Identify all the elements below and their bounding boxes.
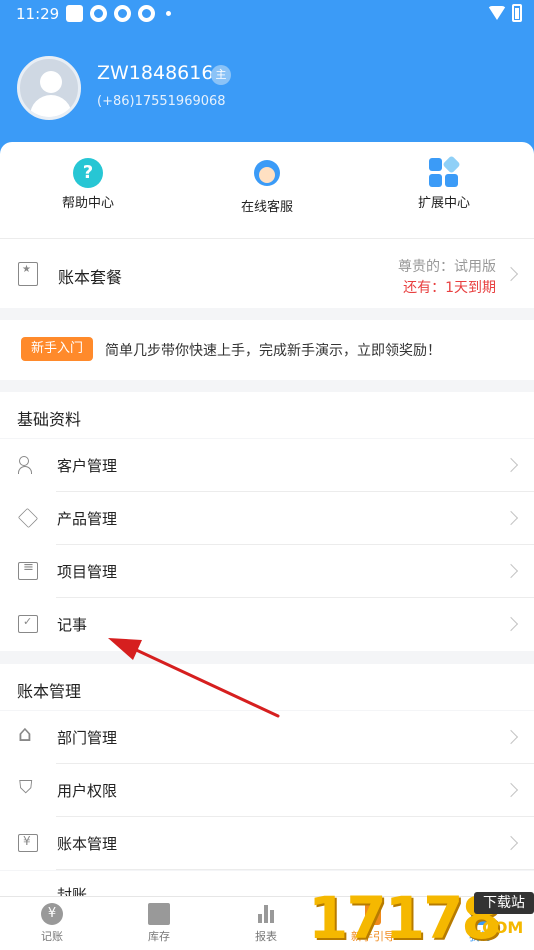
menu-item-customers[interactable]: 客户管理 [0, 439, 534, 492]
project-list-icon [18, 560, 38, 580]
notification-gear-icon [90, 5, 107, 22]
chevron-right-icon [503, 510, 519, 526]
chevron-right-icon [503, 457, 519, 473]
menu-item-label: 项目管理 [57, 563, 118, 581]
more-notifications-dot-icon [166, 11, 171, 16]
extension-center-button[interactable]: 扩展中心 [384, 155, 504, 211]
menu-item-products[interactable]: 产品管理 [0, 492, 534, 545]
notes-icon [18, 615, 38, 633]
watermark-logo: 17178 下载站 .COM [308, 884, 534, 950]
notification-gear-icon [114, 5, 131, 22]
guide-badge: 新手入门 [21, 337, 93, 361]
status-bar: 11:29 [0, 0, 534, 28]
menu-item-label: 产品管理 [57, 510, 118, 528]
online-service-button[interactable]: 在线客服 [207, 158, 327, 215]
menu-item-label: 部门管理 [57, 729, 118, 747]
menu-item-label: 封账 [57, 886, 88, 896]
help-center-button[interactable]: ? 帮助中心 [28, 158, 148, 211]
status-time: 11:29 [16, 5, 60, 23]
notification-gear-icon [138, 5, 155, 22]
chevron-right-icon [503, 729, 519, 745]
yen-coin-icon: ¥ [41, 903, 63, 925]
menu-item-projects[interactable]: 项目管理 [0, 545, 534, 598]
user-name: ZW1848616 [97, 62, 214, 84]
extension-center-label: 扩展中心 [417, 196, 470, 211]
notification-square-icon [66, 5, 83, 22]
menu-item-label: 记事 [57, 616, 88, 634]
wifi-icon [488, 6, 506, 20]
extensions-icon [429, 155, 461, 188]
plan-title: 账本套餐 [58, 268, 123, 287]
customer-service-icon [250, 158, 284, 192]
menu-item-label: 用户权限 [57, 782, 118, 800]
watermark-domain: .COM [476, 918, 524, 937]
watermark-number: 17178 [308, 884, 502, 950]
permission-shield-icon [18, 777, 38, 799]
tab-reports[interactable]: 报表 [226, 903, 306, 944]
menu-item-ledgers[interactable]: 账本管理 [0, 817, 534, 870]
guide-text: 简单几步带你快速上手，完成新手演示，立即领奖励！ [105, 343, 441, 359]
tab-bookkeeping[interactable]: ¥ 记账 [12, 903, 92, 944]
help-center-label: 帮助中心 [61, 196, 114, 211]
beginner-guide-banner[interactable]: 新手入门 简单几步带你快速上手，完成新手演示，立即领奖励！ [0, 320, 534, 380]
quick-actions-card: ? 帮助中心 在线客服 扩展中心 [0, 142, 534, 238]
online-service-label: 在线客服 [240, 200, 293, 215]
chevron-right-icon [503, 266, 519, 282]
inventory-box-icon [148, 903, 170, 925]
ledger-yen-icon [18, 834, 38, 852]
bar-chart-icon [255, 903, 277, 925]
department-home-icon [18, 722, 38, 747]
menu-item-departments[interactable]: 部门管理 [0, 711, 534, 764]
menu-item-label: 客户管理 [57, 457, 118, 475]
customers-icon [18, 456, 38, 474]
bookmark-star-icon [18, 262, 38, 286]
plan-expire: 还有：1天到期 [403, 280, 496, 296]
role-badge: 主 [211, 65, 231, 85]
menu-item-notes[interactable]: 记事 [0, 598, 534, 651]
chevron-right-icon [503, 782, 519, 798]
watermark-tag: 下载站 [474, 892, 534, 914]
avatar[interactable] [17, 56, 81, 120]
chevron-right-icon [503, 616, 519, 632]
section-basic-title: 基础资料 [0, 392, 534, 438]
chevron-right-icon [503, 835, 519, 851]
menu-item-label: 账本管理 [57, 835, 118, 853]
chevron-right-icon [503, 563, 519, 579]
help-icon: ? [73, 158, 103, 188]
menu-item-user-permissions[interactable]: 用户权限 [0, 764, 534, 817]
product-box-icon [17, 507, 39, 529]
plan-level: 尊贵的：试用版 [398, 259, 496, 275]
notification-icons [66, 5, 171, 22]
profile-header[interactable]: ZW1848616 主 (+86)17551969068 [0, 28, 534, 156]
tab-inventory[interactable]: 库存 [119, 903, 199, 944]
battery-icon [512, 4, 522, 22]
system-icons [488, 4, 522, 22]
user-phone: (+86)17551969068 [97, 94, 226, 109]
ledger-plan-row[interactable]: 账本套餐 尊贵的：试用版 还有：1天到期 [0, 238, 534, 308]
section-ledger-title: 账本管理 [0, 664, 534, 710]
